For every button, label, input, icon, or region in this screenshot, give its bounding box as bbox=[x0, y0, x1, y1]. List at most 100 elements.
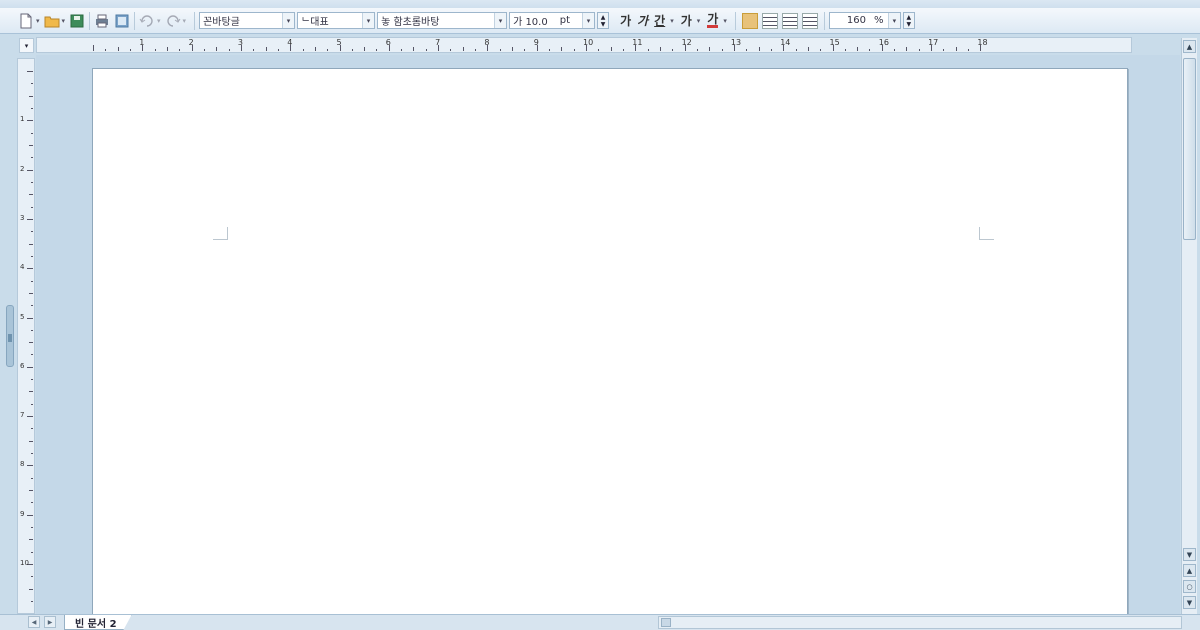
align-justify-button[interactable] bbox=[741, 12, 758, 29]
ruler-tick bbox=[894, 49, 896, 51]
underline-button[interactable]: 간 bbox=[654, 12, 665, 29]
printer-icon bbox=[94, 13, 110, 29]
preview-button[interactable] bbox=[114, 11, 130, 31]
ruler-tick bbox=[376, 49, 378, 51]
ruler-tick bbox=[314, 47, 316, 51]
tab-document[interactable]: 빈 문서 2 bbox=[64, 615, 132, 630]
chevron-down-icon[interactable]: ▾ bbox=[362, 13, 375, 28]
save-button[interactable] bbox=[69, 11, 85, 31]
toolbar-separator bbox=[89, 11, 91, 30]
scroll-up-button[interactable]: ▲ bbox=[1183, 40, 1196, 53]
font-combo-value: 놓 함초롬바탕 bbox=[381, 17, 440, 28]
ruler-number: 9 bbox=[20, 509, 25, 518]
ruler-tick bbox=[31, 181, 33, 183]
ruler-tick bbox=[770, 49, 772, 51]
ruler-number: 13 bbox=[730, 38, 742, 47]
next-page-button[interactable]: ▼ bbox=[1183, 596, 1196, 609]
toolbar-separator bbox=[734, 11, 736, 30]
ruler-tick bbox=[29, 144, 33, 146]
ruler-number: 4 bbox=[20, 263, 25, 272]
ruler-tick bbox=[709, 47, 711, 51]
scroll-down-button[interactable]: ▼ bbox=[1183, 548, 1196, 561]
ruler-number: 14 bbox=[780, 38, 791, 47]
chevron-down-icon[interactable]: ▾ bbox=[582, 13, 595, 28]
chevron-down-icon[interactable]: ▾ bbox=[282, 13, 295, 28]
toolbar-separator bbox=[194, 11, 196, 30]
font-combo[interactable]: 놓 함초롬바탕 ▾ bbox=[377, 12, 508, 29]
font-size-combo[interactable]: 가 10.0 pt ▾ bbox=[509, 12, 596, 29]
ruler-corner-button[interactable]: ▾ bbox=[19, 38, 34, 53]
ruler-tick bbox=[29, 95, 33, 97]
select-browse-object-button[interactable]: ○ bbox=[1183, 580, 1196, 593]
ruler-tick bbox=[31, 354, 33, 356]
align-left-button[interactable] bbox=[761, 12, 778, 29]
underline-dropdown-arrow[interactable]: ▾ bbox=[670, 17, 674, 25]
ruler-tick bbox=[31, 280, 33, 282]
ruler-tick bbox=[31, 428, 33, 430]
horizontal-scroll-thumb[interactable] bbox=[661, 618, 671, 627]
ruler-number: 12 bbox=[681, 38, 692, 47]
ruler-tick bbox=[869, 49, 871, 51]
redo-dropdown-arrow[interactable]: ▾ bbox=[183, 17, 187, 25]
zoom-stepper[interactable]: ▲ ▼ bbox=[902, 12, 915, 29]
ruler-tick bbox=[31, 502, 33, 504]
ruler-tick bbox=[265, 47, 267, 51]
vertical-ruler[interactable]: 1 2 3 4 5 6 7 8 9 10 bbox=[17, 58, 35, 614]
ruler-tick bbox=[364, 47, 366, 51]
horizontal-ruler[interactable]: 1 2 3 4 5 6 7 8 9 10 11 12 13 14 15 16 17 18 bbox=[36, 37, 1132, 53]
ruler-tick bbox=[622, 49, 624, 51]
document-page[interactable] bbox=[92, 68, 1128, 628]
tab-prev-button[interactable]: ◀ bbox=[28, 616, 40, 628]
chevron-down-icon[interactable]: ▾ bbox=[494, 13, 507, 28]
redo-button[interactable] bbox=[165, 11, 181, 31]
shade-button[interactable]: 가 bbox=[681, 12, 692, 29]
previous-page-button[interactable]: ▲ bbox=[1183, 564, 1196, 577]
ruler-number: 5 bbox=[20, 312, 25, 321]
ruler-number: 7 bbox=[435, 38, 441, 47]
chevron-down-icon[interactable]: ▾ bbox=[887, 13, 900, 28]
outline-combo-value: ᄂ대표 bbox=[301, 17, 329, 28]
new-document-button[interactable] bbox=[18, 11, 34, 31]
ruler-number: 4 bbox=[287, 38, 293, 47]
horizontal-scrollbar[interactable] bbox=[658, 616, 1182, 629]
ruler-tick bbox=[29, 440, 33, 442]
ruler-tick bbox=[154, 49, 156, 51]
ruler-tick bbox=[943, 49, 945, 51]
side-panel-handle[interactable] bbox=[6, 305, 14, 367]
bold-button[interactable]: 가 bbox=[620, 12, 631, 29]
text-color-dropdown-arrow[interactable]: ▾ bbox=[723, 17, 727, 25]
ruler-tick bbox=[844, 49, 846, 51]
italic-button[interactable]: 가 bbox=[637, 12, 648, 29]
vertical-scrollbar[interactable]: ▲ ▼ ▲ ○ ▼ bbox=[1181, 38, 1197, 614]
ruler-tick bbox=[31, 527, 33, 529]
undo-dropdown-arrow[interactable]: ▾ bbox=[157, 17, 161, 25]
vertical-scroll-thumb[interactable] bbox=[1183, 58, 1196, 240]
undo-button[interactable] bbox=[139, 11, 155, 31]
open-button[interactable] bbox=[44, 11, 60, 31]
outline-combo[interactable]: ᄂ대표 ▾ bbox=[297, 12, 376, 29]
ruler-tick bbox=[425, 49, 427, 51]
ruler-tick bbox=[512, 47, 514, 51]
tab-next-button[interactable]: ▶ bbox=[44, 616, 56, 628]
ruler-tick bbox=[820, 49, 822, 51]
ruler-tick bbox=[721, 49, 723, 51]
text-color-button[interactable]: 가 bbox=[707, 13, 719, 28]
print-button[interactable] bbox=[94, 11, 110, 31]
new-dropdown-arrow[interactable]: ▾ bbox=[36, 17, 40, 25]
font-size-stepper[interactable]: ▲ ▼ bbox=[597, 12, 610, 29]
ruler-number: 5 bbox=[336, 38, 342, 47]
open-dropdown-arrow[interactable]: ▾ bbox=[62, 17, 66, 25]
ruler-number: 15 bbox=[829, 38, 840, 47]
ruler-tick bbox=[573, 49, 575, 51]
ruler-tick bbox=[31, 379, 33, 381]
align-center-button[interactable] bbox=[781, 12, 798, 29]
ruler-tick bbox=[27, 71, 33, 72]
ruler-tick bbox=[31, 157, 33, 159]
ruler-tick bbox=[27, 317, 33, 319]
zoom-combo[interactable]: 160 % ▾ bbox=[828, 12, 901, 29]
shade-dropdown-arrow[interactable]: ▾ bbox=[697, 17, 701, 25]
style-combo[interactable]: 꼰바탕글 ▾ bbox=[199, 12, 296, 29]
align-right-button[interactable] bbox=[801, 12, 818, 29]
ruler-tick bbox=[27, 514, 33, 516]
document-area bbox=[36, 55, 1180, 628]
